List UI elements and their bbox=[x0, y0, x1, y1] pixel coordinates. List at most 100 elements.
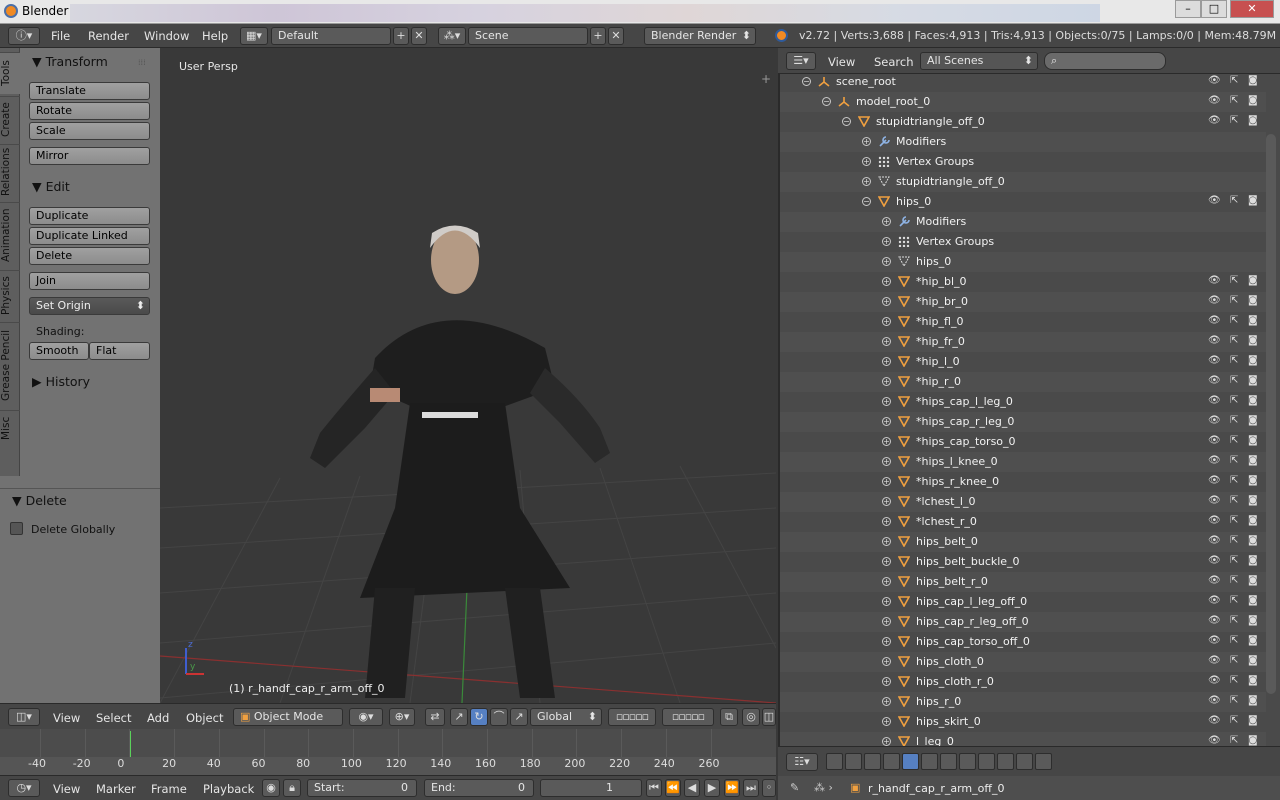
jump-start-icon[interactable]: ⏮ bbox=[646, 779, 662, 797]
render-camera-icon[interactable]: ◙ bbox=[1248, 675, 1261, 688]
outliner-row[interactable]: + hips_r_0 👁︎ ⇱ ◙ bbox=[780, 692, 1266, 712]
expand-toggle-icon[interactable]: + bbox=[882, 637, 891, 646]
render-camera-icon[interactable]: ◙ bbox=[1248, 455, 1261, 468]
render-camera-icon[interactable]: ◙ bbox=[1248, 635, 1261, 648]
expand-toggle-icon[interactable]: + bbox=[882, 357, 891, 366]
texture-tab-icon[interactable] bbox=[997, 753, 1014, 770]
selectable-cursor-icon[interactable]: ⇱ bbox=[1230, 195, 1243, 208]
expand-toggle-icon[interactable]: + bbox=[882, 317, 891, 326]
menu-file[interactable]: File bbox=[51, 29, 70, 43]
delete-button[interactable]: Delete bbox=[29, 247, 150, 265]
next-keyframe-icon[interactable]: ⏩ bbox=[724, 779, 740, 797]
expand-toggle-icon[interactable]: − bbox=[842, 117, 851, 126]
tab-create[interactable]: Create bbox=[0, 96, 20, 142]
render-camera-icon[interactable]: ◙ bbox=[1248, 75, 1261, 88]
render-camera-icon[interactable]: ◙ bbox=[1248, 715, 1261, 728]
visibility-eye-icon[interactable]: 👁︎ bbox=[1208, 195, 1221, 208]
prev-keyframe-icon[interactable]: ⏪ bbox=[665, 779, 681, 797]
expand-toggle-icon[interactable]: + bbox=[882, 297, 891, 306]
render-camera-icon[interactable]: ◙ bbox=[1248, 475, 1261, 488]
selectable-cursor-icon[interactable]: ⇱ bbox=[1230, 315, 1243, 328]
outliner-row[interactable]: + *lchest_l_0 👁︎ ⇱ ◙ bbox=[780, 492, 1266, 512]
minimize-button[interactable]: – bbox=[1175, 0, 1201, 18]
outliner-row[interactable]: + hips_belt_r_0 👁︎ ⇱ ◙ bbox=[780, 572, 1266, 592]
visibility-eye-icon[interactable]: 👁︎ bbox=[1208, 115, 1221, 128]
camera-icon[interactable]: ◫ bbox=[762, 708, 776, 726]
render-camera-icon[interactable]: ◙ bbox=[1248, 535, 1261, 548]
outliner-row[interactable]: + *hip_fr_0 👁︎ ⇱ ◙ bbox=[780, 332, 1266, 352]
scale-button[interactable]: Scale bbox=[29, 122, 150, 140]
data-tab-icon[interactable] bbox=[959, 753, 976, 770]
outliner-row[interactable]: − model_root_0 👁︎ ⇱ ◙ bbox=[780, 92, 1266, 112]
outliner-row[interactable]: + hips_cloth_0 👁︎ ⇱ ◙ bbox=[780, 652, 1266, 672]
lock-icon[interactable]: 🔒︎ bbox=[283, 779, 301, 797]
outliner-row[interactable]: + hips_cap_l_leg_off_0 👁︎ ⇱ ◙ bbox=[780, 592, 1266, 612]
render-camera-icon[interactable]: ◙ bbox=[1248, 695, 1261, 708]
3d-viewport[interactable]: User Persp (1) r_handf_cap_r_arm_off_0 z… bbox=[160, 48, 776, 703]
display-mode-select[interactable]: All Scenes ⬍ bbox=[920, 52, 1038, 70]
translate-manipulator-icon[interactable]: ↗ bbox=[450, 708, 468, 726]
remove-scene-icon[interactable]: ✕ bbox=[608, 27, 624, 45]
render-tab-icon[interactable] bbox=[826, 753, 843, 770]
render-camera-icon[interactable]: ◙ bbox=[1248, 555, 1261, 568]
outliner-row[interactable]: + *hips_cap_r_leg_0 👁︎ ⇱ ◙ bbox=[780, 412, 1266, 432]
rotate-manipulator-icon[interactable]: ↻ bbox=[470, 708, 488, 726]
expand-toggle-icon[interactable]: + bbox=[882, 237, 891, 246]
scene-tab-icon[interactable] bbox=[864, 753, 881, 770]
outliner-row[interactable]: − scene_root 👁︎ ⇱ ◙ bbox=[780, 72, 1266, 92]
outliner-row[interactable]: + hips_cap_torso_off_0 👁︎ ⇱ ◙ bbox=[780, 632, 1266, 652]
visibility-eye-icon[interactable]: 👁︎ bbox=[1208, 335, 1221, 348]
outliner-row[interactable]: + *hips_cap_l_leg_0 👁︎ ⇱ ◙ bbox=[780, 392, 1266, 412]
selectable-cursor-icon[interactable]: ⇱ bbox=[1230, 275, 1243, 288]
add-scene-icon[interactable]: + bbox=[590, 27, 606, 45]
expand-toggle-icon[interactable]: + bbox=[882, 677, 891, 686]
transform-icon[interactable]: ↗ bbox=[510, 708, 528, 726]
expand-toggle-icon[interactable]: + bbox=[882, 657, 891, 666]
outliner-row[interactable]: + *hip_l_0 👁︎ ⇱ ◙ bbox=[780, 352, 1266, 372]
tab-grease-pencil[interactable]: Grease Pencil bbox=[0, 322, 20, 408]
render-camera-icon[interactable]: ◙ bbox=[1248, 275, 1261, 288]
visibility-eye-icon[interactable]: 👁︎ bbox=[1208, 275, 1221, 288]
transform-panel-header[interactable]: ▼ Transform bbox=[32, 54, 108, 69]
mode-select[interactable]: ▣ Object Mode bbox=[233, 708, 343, 726]
visibility-eye-icon[interactable]: 👁︎ bbox=[1208, 615, 1221, 628]
render-engine-select[interactable]: Blender Render ⬍ bbox=[644, 27, 756, 45]
expand-toggle-icon[interactable]: − bbox=[802, 77, 811, 86]
menu-search[interactable]: Search bbox=[874, 55, 914, 69]
render-camera-icon[interactable]: ◙ bbox=[1248, 295, 1261, 308]
outliner-row[interactable]: + *hip_r_0 👁︎ ⇱ ◙ bbox=[780, 372, 1266, 392]
outliner-row[interactable]: + Vertex Groups bbox=[780, 152, 1266, 172]
layers-right-grid[interactable]: ▫▫▫▫▫ bbox=[662, 708, 714, 726]
visibility-eye-icon[interactable]: 👁︎ bbox=[1208, 575, 1221, 588]
delete-globally-checkbox[interactable] bbox=[10, 522, 23, 535]
menu-object[interactable]: Object bbox=[186, 711, 223, 725]
visibility-eye-icon[interactable]: 👁︎ bbox=[1208, 455, 1221, 468]
selectable-cursor-icon[interactable]: ⇱ bbox=[1230, 655, 1243, 668]
world-tab-icon[interactable] bbox=[883, 753, 900, 770]
edit-panel-header[interactable]: ▼ Edit bbox=[32, 179, 70, 194]
outliner-row[interactable]: + Modifiers bbox=[780, 132, 1266, 152]
selectable-cursor-icon[interactable]: ⇱ bbox=[1230, 615, 1243, 628]
menu-view[interactable]: View bbox=[828, 55, 855, 69]
tab-physics[interactable]: Physics bbox=[0, 270, 20, 320]
render-camera-icon[interactable]: ◙ bbox=[1248, 575, 1261, 588]
outliner-row[interactable]: + Modifiers bbox=[780, 212, 1266, 232]
menu-playback[interactable]: Playback bbox=[203, 782, 254, 796]
outliner-row[interactable]: + hips_cap_r_leg_off_0 👁︎ ⇱ ◙ bbox=[780, 612, 1266, 632]
object-tab-icon[interactable] bbox=[902, 753, 919, 770]
outliner-row[interactable]: + hips_0 bbox=[780, 252, 1266, 272]
visibility-eye-icon[interactable]: 👁︎ bbox=[1208, 535, 1221, 548]
visibility-eye-icon[interactable]: 👁︎ bbox=[1208, 475, 1221, 488]
visibility-eye-icon[interactable]: 👁︎ bbox=[1208, 435, 1221, 448]
render-camera-icon[interactable]: ◙ bbox=[1248, 495, 1261, 508]
selectable-cursor-icon[interactable]: ⇱ bbox=[1230, 355, 1243, 368]
expand-toggle-icon[interactable]: + bbox=[882, 537, 891, 546]
outliner-row[interactable]: + *hips_cap_torso_0 👁︎ ⇱ ◙ bbox=[780, 432, 1266, 452]
selectable-cursor-icon[interactable]: ⇱ bbox=[1230, 95, 1243, 108]
visibility-eye-icon[interactable]: 👁︎ bbox=[1208, 675, 1221, 688]
outliner-row[interactable]: + hips_cloth_r_0 👁︎ ⇱ ◙ bbox=[780, 672, 1266, 692]
overflow-icon[interactable]: ◦ bbox=[762, 779, 776, 797]
tab-animation[interactable]: Animation bbox=[0, 202, 20, 268]
pivot-point-icon[interactable]: ⊕▾ bbox=[389, 708, 415, 726]
selectable-cursor-icon[interactable]: ⇱ bbox=[1230, 435, 1243, 448]
